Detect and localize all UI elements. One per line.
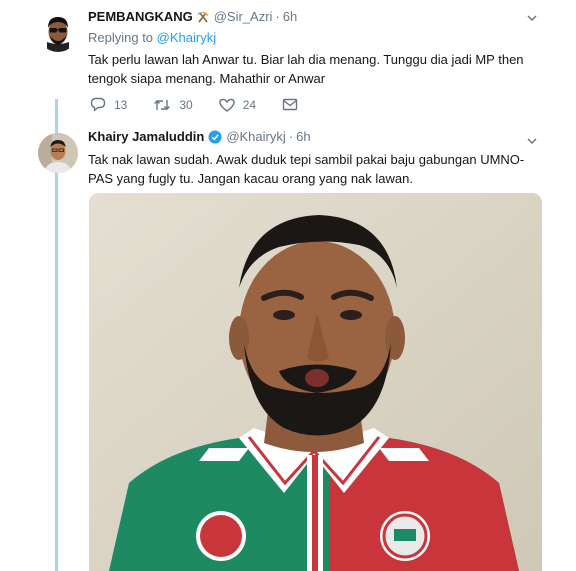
separator-dot: ·: [275, 9, 280, 24]
video-media[interactable]: [89, 193, 542, 571]
mention-link[interactable]: @Khairykj: [157, 30, 216, 45]
like-count: 24: [242, 97, 257, 112]
chevron-down-icon[interactable]: [526, 11, 538, 23]
retweet-button[interactable]: 30: [153, 97, 193, 112]
verified-badge-icon: [208, 130, 222, 144]
tweet-reply[interactable]: Khairy Jamaluddin @Khairykj · 6h Tak nak…: [0, 122, 576, 571]
timestamp[interactable]: 6h: [296, 129, 310, 144]
tweet-reply[interactable]: PEMBANGKANG @Sir_Azri · 6h Replying to @…: [0, 0, 576, 122]
replying-prefix: Replying to: [88, 30, 154, 45]
chevron-down-icon[interactable]: [526, 134, 538, 146]
reply-icon: [90, 97, 106, 112]
avatar[interactable]: [38, 133, 78, 173]
tweet-actions: 13 30 24: [90, 97, 324, 112]
tweet-text: Tak perlu lawan lah Anwar tu. Biar lah d…: [88, 52, 524, 86]
display-name[interactable]: PEMBANGKANG: [88, 9, 193, 24]
tweet-text: Tak nak lawan sudah. Awak duduk tepi sam…: [88, 152, 525, 186]
display-name[interactable]: Khairy Jamaluddin: [88, 129, 204, 144]
hammer-pick-icon: [196, 10, 210, 24]
timestamp[interactable]: 6h: [283, 9, 297, 24]
retweet-count: 30: [179, 97, 193, 112]
avatar[interactable]: [38, 12, 78, 52]
replying-to: Replying to @Khairykj: [88, 30, 216, 45]
retweet-icon: [154, 99, 171, 110]
handle[interactable]: @Sir_Azri: [214, 9, 273, 24]
tweet-header: PEMBANGKANG @Sir_Azri · 6h: [88, 9, 297, 24]
reply-button[interactable]: 13: [90, 97, 127, 112]
envelope-icon: [282, 98, 298, 111]
heart-icon: [219, 98, 235, 112]
handle[interactable]: @Khairykj: [226, 129, 285, 144]
direct-message-button[interactable]: [282, 98, 298, 111]
reply-count: 13: [114, 97, 128, 112]
like-button[interactable]: 24: [219, 98, 256, 112]
tweet-header: Khairy Jamaluddin @Khairykj · 6h: [88, 129, 311, 144]
separator-dot: ·: [288, 129, 294, 144]
